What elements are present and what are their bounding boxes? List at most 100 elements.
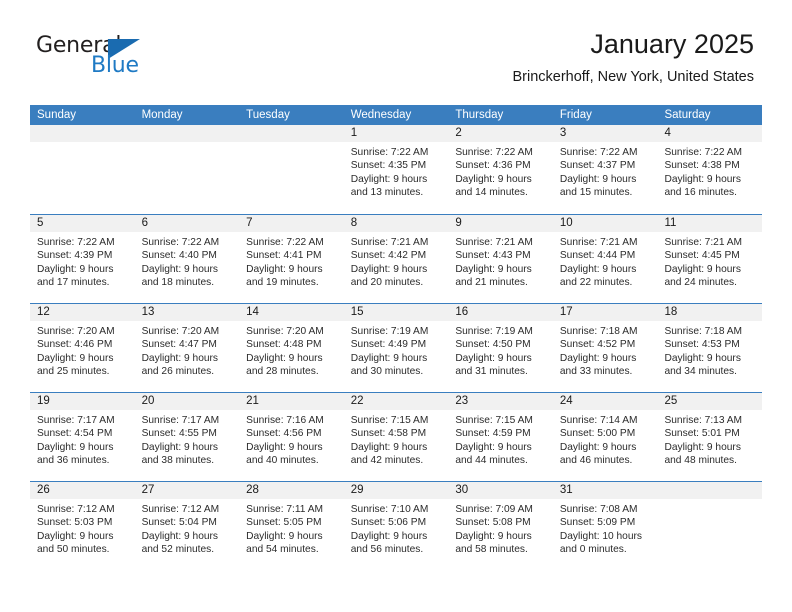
weekday-header-friday: Friday xyxy=(559,109,592,121)
daylight-text-line2: and 14 minutes. xyxy=(455,186,528,198)
calendar-day-cell[interactable]: 7 Sunrise: 7:22 AM Sunset: 4:41 PM Daylight… xyxy=(239,215,344,303)
calendar-day-cell[interactable]: 16 Sunrise: 7:19 AM Sunset: 4:50 PM Dayligh… xyxy=(448,304,553,392)
day-number: 30 xyxy=(448,482,553,499)
sunset-text: Sunset: 5:00 PM xyxy=(559,428,636,440)
calendar-day-cell[interactable]: 20 Sunrise: 7:17 AM Sunset: 4:55 PM Dayligh… xyxy=(134,393,240,481)
sunset-text: Sunset: 5:08 PM xyxy=(455,517,531,529)
day-number: 25 xyxy=(657,393,763,410)
daylight-text-line1: Daylight: 9 hours xyxy=(246,530,323,542)
day-details: Sunrise: 7:17 AM Sunset: 4:54 PM Daylight:… xyxy=(30,410,135,467)
day-number: 12 xyxy=(30,304,135,321)
daylight-text-line2: and 38 minutes. xyxy=(141,454,215,466)
calendar-day-cell[interactable]: 8 Sunrise: 7:21 AM Sunset: 4:42 PM Daylight… xyxy=(343,215,449,303)
daylight-text-line1: Daylight: 9 hours xyxy=(455,352,532,364)
daylight-text-line1: Daylight: 9 hours xyxy=(350,352,428,364)
calendar-day-cell[interactable]: 1 Sunrise: 7:22 AM Sunset: 4:35 PM Daylight… xyxy=(343,125,449,214)
daylight-text-line1: Daylight: 9 hours xyxy=(455,530,532,542)
day-details: Sunrise: 7:15 AM Sunset: 4:58 PM Daylight:… xyxy=(344,410,449,467)
calendar-day-cell[interactable]: 3 Sunrise: 7:22 AM Sunset: 4:37 PM Daylight… xyxy=(552,125,658,214)
calendar-day-cell[interactable]: 31 Sunrise: 7:08 AM Sunset: 5:09 PM Dayligh… xyxy=(552,482,658,570)
daylight-text-line1: Daylight: 9 hours xyxy=(455,263,532,275)
sunrise-text: Sunrise: 7:22 AM xyxy=(559,147,638,158)
sunset-text: Sunset: 4:43 PM xyxy=(455,250,531,262)
day-number: 8 xyxy=(343,215,449,232)
day-details: Sunrise: 7:13 AM Sunset: 5:01 PM Daylight:… xyxy=(657,410,762,467)
calendar-day-cell[interactable]: 10 Sunrise: 7:21 AM Sunset: 4:44 PM Dayligh… xyxy=(552,215,658,303)
calendar-day-cell[interactable]: 6 Sunrise: 7:22 AM Sunset: 4:40 PM Daylight… xyxy=(134,215,240,303)
calendar-day-cell[interactable]: 15 Sunrise: 7:19 AM Sunset: 4:49 PM Dayligh… xyxy=(343,304,449,392)
calendar-day-cell[interactable]: 28 Sunrise: 7:11 AM Sunset: 5:05 PM Dayligh… xyxy=(239,482,344,570)
sunrise-text: Sunrise: 7:11 AM xyxy=(246,504,323,515)
sunset-text: Sunset: 4:54 PM xyxy=(37,428,113,440)
sunset-text: Sunset: 4:39 PM xyxy=(37,250,113,262)
page-header: General Blue January 2025 Brinckerhoff, … xyxy=(0,0,792,100)
day-number: 6 xyxy=(134,215,240,232)
sunset-text: Sunset: 4:35 PM xyxy=(350,160,427,172)
daylight-text-line2: and 19 minutes. xyxy=(246,276,319,288)
daylight-text-line1: Daylight: 9 hours xyxy=(664,263,741,275)
calendar-day-cell[interactable]: 22 Sunrise: 7:15 AM Sunset: 4:58 PM Dayligh… xyxy=(343,393,449,481)
daylight-text-line2: and 30 minutes. xyxy=(350,365,424,377)
calendar-week-row: 19 Sunrise: 7:17 AM Sunset: 4:54 PM Dayligh… xyxy=(30,392,763,481)
general-blue-logo[interactable]: General Blue xyxy=(36,33,206,85)
daylight-text-line2: and 48 minutes. xyxy=(664,454,737,466)
day-number: 23 xyxy=(448,393,553,410)
calendar-day-cell[interactable]: 5 Sunrise: 7:22 AM Sunset: 4:39 PM Daylight… xyxy=(30,215,135,303)
day-number: 9 xyxy=(448,215,553,232)
sunrise-text: Sunrise: 7:20 AM xyxy=(246,326,324,337)
day-number: 4 xyxy=(657,125,763,142)
daylight-text-line2: and 21 minutes. xyxy=(455,276,528,288)
calendar-day-cell[interactable]: 26 Sunrise: 7:12 AM Sunset: 5:03 PM Dayligh… xyxy=(30,482,135,570)
calendar-day-cell[interactable]: 30 Sunrise: 7:09 AM Sunset: 5:08 PM Dayligh… xyxy=(448,482,553,570)
sunset-text: Sunset: 4:50 PM xyxy=(455,339,531,351)
calendar-day-cell[interactable]: 4 Sunrise: 7:22 AM Sunset: 4:38 PM Daylight… xyxy=(657,125,763,214)
daylight-text-line1: Daylight: 9 hours xyxy=(664,352,741,364)
calendar-day-cell[interactable]: 14 Sunrise: 7:20 AM Sunset: 4:48 PM Dayligh… xyxy=(239,304,344,392)
day-details: Sunrise: 7:21 AM Sunset: 4:42 PM Daylight:… xyxy=(344,232,449,289)
calendar-day-cell-empty xyxy=(134,125,240,214)
day-details: Sunrise: 7:22 AM Sunset: 4:41 PM Daylight:… xyxy=(239,232,344,289)
calendar-day-cell[interactable]: 18 Sunrise: 7:18 AM Sunset: 4:53 PM Dayligh… xyxy=(657,304,763,392)
day-number: 28 xyxy=(239,482,344,499)
day-number: 24 xyxy=(552,393,658,410)
sunrise-text: Sunrise: 7:19 AM xyxy=(350,326,429,337)
calendar-day-cell-empty xyxy=(239,125,344,214)
calendar-day-cell[interactable]: 19 Sunrise: 7:17 AM Sunset: 4:54 PM Dayligh… xyxy=(30,393,135,481)
calendar-day-cell[interactable]: 9 Sunrise: 7:21 AM Sunset: 4:43 PM Daylight… xyxy=(448,215,553,303)
sunrise-text: Sunrise: 7:21 AM xyxy=(455,237,533,248)
sunrise-text: Sunrise: 7:12 AM xyxy=(141,504,220,515)
calendar-day-cell[interactable]: 23 Sunrise: 7:15 AM Sunset: 4:59 PM Dayligh… xyxy=(448,393,553,481)
day-details: Sunrise: 7:12 AM Sunset: 5:03 PM Daylight:… xyxy=(30,499,135,556)
sunset-text: Sunset: 4:46 PM xyxy=(37,339,113,351)
calendar-day-cell[interactable]: 24 Sunrise: 7:14 AM Sunset: 5:00 PM Dayligh… xyxy=(552,393,658,481)
daylight-text-line2: and 18 minutes. xyxy=(141,276,215,288)
calendar-week-row: 1 Sunrise: 7:22 AM Sunset: 4:35 PM Daylight… xyxy=(30,125,763,214)
day-number: 5 xyxy=(30,215,135,232)
title-block: January 2025 Brinckerhoff, New York, Uni… xyxy=(512,28,754,86)
day-number: 11 xyxy=(657,215,763,232)
calendar-day-cell[interactable]: 29 Sunrise: 7:10 AM Sunset: 5:06 PM Dayligh… xyxy=(343,482,449,570)
daylight-text-line2: and 52 minutes. xyxy=(141,543,215,555)
calendar-day-cell[interactable]: 21 Sunrise: 7:16 AM Sunset: 4:56 PM Dayligh… xyxy=(239,393,344,481)
calendar-day-cell[interactable]: 27 Sunrise: 7:12 AM Sunset: 5:04 PM Dayligh… xyxy=(134,482,240,570)
day-details: Sunrise: 7:22 AM Sunset: 4:36 PM Daylight:… xyxy=(448,142,553,199)
daylight-text-line1: Daylight: 9 hours xyxy=(37,263,114,275)
weekday-header-monday: Monday xyxy=(141,109,183,121)
calendar-day-cell[interactable]: 12 Sunrise: 7:20 AM Sunset: 4:46 PM Dayligh… xyxy=(30,304,135,392)
sunrise-text: Sunrise: 7:22 AM xyxy=(664,147,743,158)
calendar-day-cell[interactable]: 11 Sunrise: 7:21 AM Sunset: 4:45 PM Dayligh… xyxy=(657,215,763,303)
day-number: 19 xyxy=(30,393,135,410)
sunset-text: Sunset: 4:41 PM xyxy=(246,250,322,262)
sunrise-text: Sunrise: 7:22 AM xyxy=(455,147,533,158)
sunset-text: Sunset: 4:59 PM xyxy=(455,428,531,440)
daylight-text-line2: and 40 minutes. xyxy=(246,454,319,466)
calendar-day-cell[interactable]: 25 Sunrise: 7:13 AM Sunset: 5:01 PM Dayligh… xyxy=(657,393,763,481)
calendar-day-cell[interactable]: 2 Sunrise: 7:22 AM Sunset: 4:36 PM Daylight… xyxy=(448,125,553,214)
sunrise-text: Sunrise: 7:16 AM xyxy=(246,415,324,426)
calendar-day-cell[interactable]: 13 Sunrise: 7:20 AM Sunset: 4:47 PM Dayligh… xyxy=(134,304,240,392)
day-details: Sunrise: 7:12 AM Sunset: 5:04 PM Daylight:… xyxy=(135,499,240,556)
daylight-text-line2: and 42 minutes. xyxy=(350,454,424,466)
daylight-text-line1: Daylight: 9 hours xyxy=(246,352,323,364)
sunrise-text: Sunrise: 7:10 AM xyxy=(350,504,429,515)
calendar-day-cell[interactable]: 17 Sunrise: 7:18 AM Sunset: 4:52 PM Dayligh… xyxy=(552,304,658,392)
